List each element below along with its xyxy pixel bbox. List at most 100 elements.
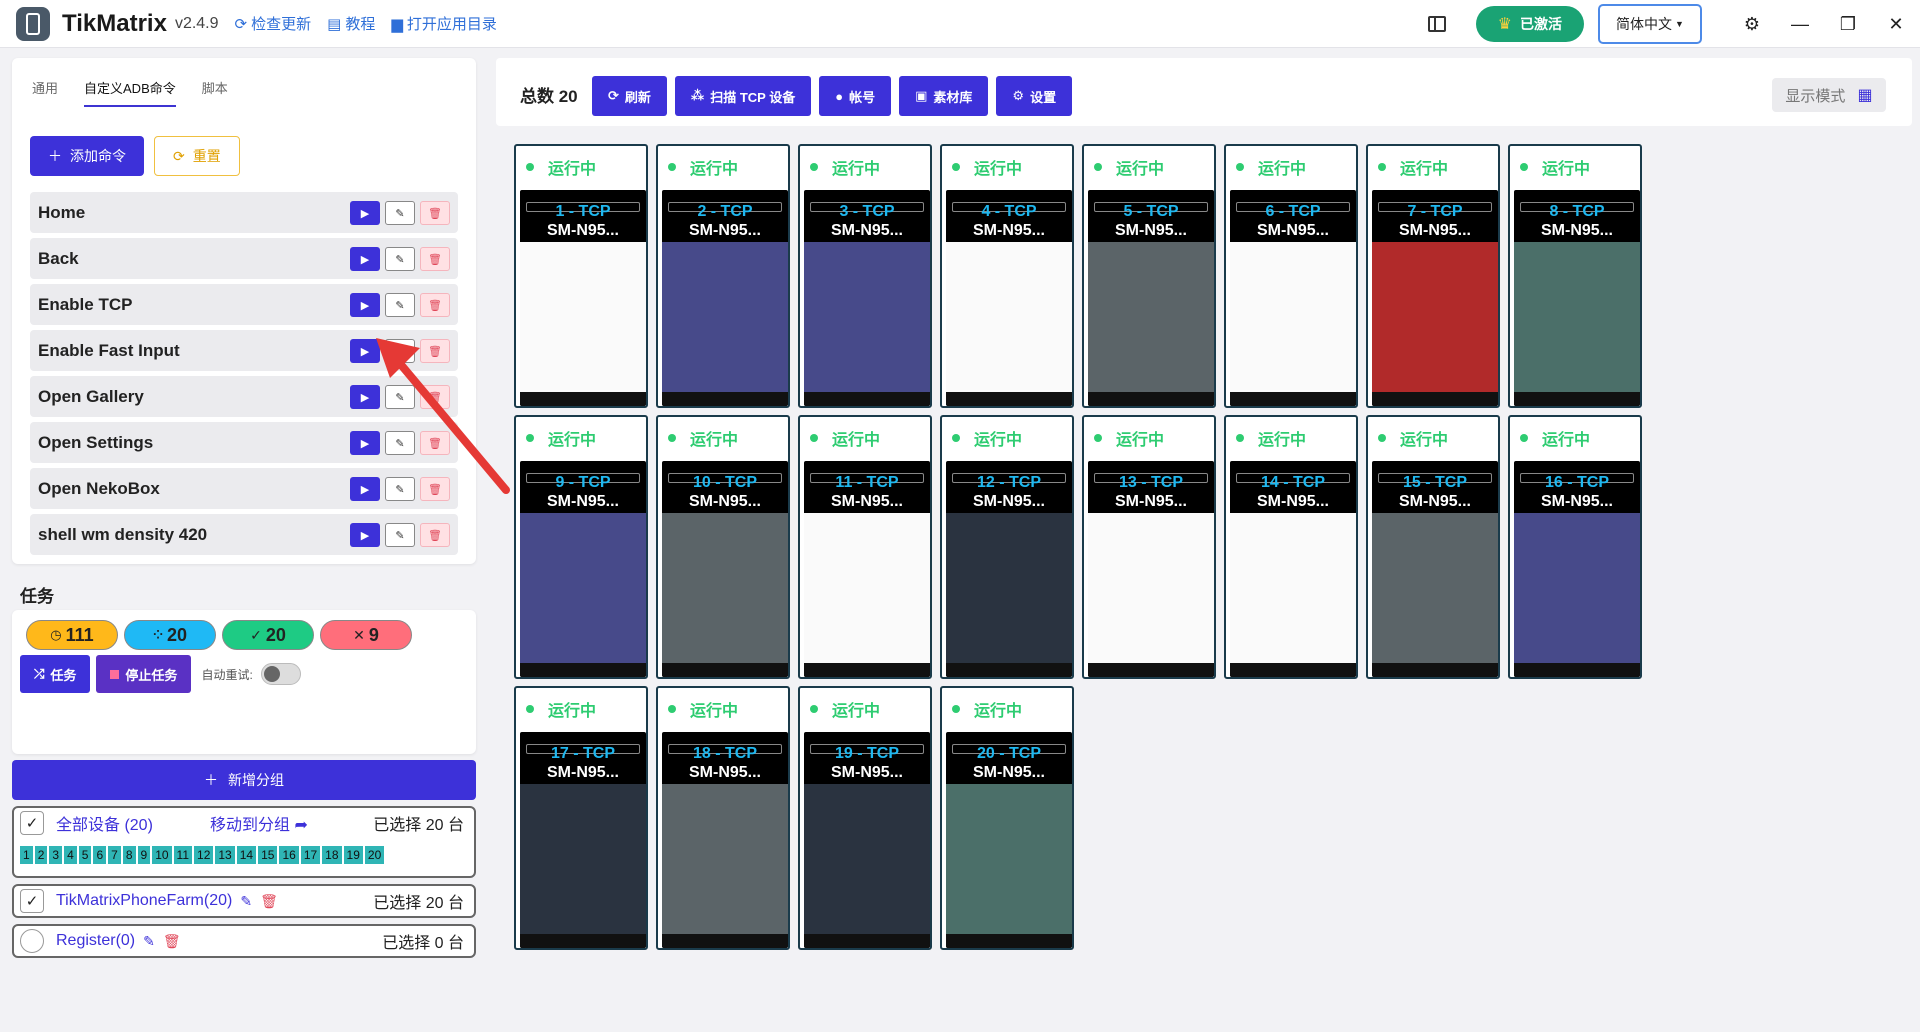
group-name[interactable]: 全部设备 (20) xyxy=(56,811,153,835)
refresh-button[interactable]: ⟳ 刷新 xyxy=(592,76,667,116)
edit-icon[interactable]: ✎ xyxy=(240,893,252,910)
trash-icon[interactable]: 🗑 xyxy=(420,523,450,547)
edit-icon[interactable]: ✎ xyxy=(385,385,415,409)
edit-icon[interactable]: ✎ xyxy=(385,339,415,363)
device-number-chip[interactable]: 1 xyxy=(20,846,33,864)
device-number-chip[interactable]: 7 xyxy=(108,846,121,864)
trash-icon[interactable]: 🗑 xyxy=(420,293,450,317)
trash-icon[interactable]: 🗑 xyxy=(420,477,450,501)
edit-icon[interactable]: ✎ xyxy=(143,933,155,950)
device-card[interactable]: 运行中 15 - TCP SM-N95... xyxy=(1366,415,1500,679)
stop-task-button[interactable]: 停止任务 xyxy=(96,655,192,693)
device-number-chip[interactable]: 11 xyxy=(173,846,193,864)
device-card[interactable]: 运行中 1 - TCP SM-N95... xyxy=(514,144,648,408)
device-number-chip[interactable]: 9 xyxy=(137,846,151,864)
device-screen[interactable]: 19 - TCP SM-N95... xyxy=(804,732,930,948)
edit-icon[interactable]: ✎ xyxy=(385,293,415,317)
device-number-chip[interactable]: 10 xyxy=(152,846,172,864)
group-name[interactable]: TikMatrixPhoneFarm(20) xyxy=(56,892,232,910)
device-card[interactable]: 运行中 14 - TCP SM-N95... xyxy=(1224,415,1358,679)
device-number-chip[interactable]: 5 xyxy=(78,846,92,864)
open-app-folder-link[interactable]: ▆ 打开应用目录 xyxy=(391,13,497,34)
device-card[interactable]: 运行中 4 - TCP SM-N95... xyxy=(940,144,1074,408)
device-number-chip[interactable]: 17 xyxy=(300,846,321,864)
device-card[interactable]: 运行中 19 - TCP SM-N95... xyxy=(798,686,932,950)
tab-custom-adb[interactable]: 自定义ADB命令 xyxy=(84,78,176,107)
device-card[interactable]: 运行中 6 - TCP SM-N95... xyxy=(1224,144,1358,408)
play-icon[interactable]: ▶ xyxy=(350,201,380,225)
trash-icon[interactable]: 🗑 xyxy=(420,431,450,455)
device-card[interactable]: 运行中 8 - TCP SM-N95... xyxy=(1508,144,1642,408)
check-update-link[interactable]: ⟳ 检查更新 xyxy=(235,13,312,34)
tab-scripts[interactable]: 脚本 xyxy=(202,78,228,107)
trash-icon[interactable]: 🗑 xyxy=(420,201,450,225)
failed-count-badge[interactable]: ✕ 9 xyxy=(320,620,412,650)
device-number-chip[interactable]: 3 xyxy=(49,846,63,864)
add-command-button[interactable]: ＋添加命令 xyxy=(30,136,144,176)
device-card[interactable]: 运行中 2 - TCP SM-N95... xyxy=(656,144,790,408)
device-screen[interactable]: 9 - TCP SM-N95... xyxy=(520,461,646,677)
device-number-chip[interactable]: 14 xyxy=(236,846,257,864)
restore-button[interactable]: ❐ xyxy=(1824,0,1872,48)
play-icon[interactable]: ▶ xyxy=(350,431,380,455)
device-screen[interactable]: 5 - TCP SM-N95... xyxy=(1088,190,1214,406)
material-library-button[interactable]: ▣ 素材库 xyxy=(899,76,989,116)
device-number-chip[interactable]: 4 xyxy=(64,846,77,864)
edit-icon[interactable]: ✎ xyxy=(385,523,415,547)
pending-count-badge[interactable]: ◷ 111 xyxy=(26,620,118,650)
device-card[interactable]: 运行中 11 - TCP SM-N95... xyxy=(798,415,932,679)
edit-icon[interactable]: ✎ xyxy=(385,431,415,455)
device-screen[interactable]: 10 - TCP SM-N95... xyxy=(662,461,788,677)
device-screen[interactable]: 11 - TCP SM-N95... xyxy=(804,461,930,677)
device-number-chip[interactable]: 15 xyxy=(258,846,278,864)
device-screen[interactable]: 6 - TCP SM-N95... xyxy=(1230,190,1356,406)
device-number-chip[interactable]: 12 xyxy=(194,846,214,864)
device-card[interactable]: 运行中 10 - TCP SM-N95... xyxy=(656,415,790,679)
device-screen[interactable]: 4 - TCP SM-N95... xyxy=(946,190,1072,406)
play-icon[interactable]: ▶ xyxy=(350,477,380,501)
play-icon[interactable]: ▶ xyxy=(350,247,380,271)
group-name[interactable]: Register(0) xyxy=(56,932,135,950)
device-card[interactable]: 运行中 7 - TCP SM-N95... xyxy=(1366,144,1500,408)
edit-icon[interactable]: ✎ xyxy=(385,477,415,501)
device-screen[interactable]: 1 - TCP SM-N95... xyxy=(520,190,646,406)
device-number-chip[interactable]: 6 xyxy=(93,846,107,864)
scan-tcp-button[interactable]: ⁂ 扫描 TCP 设备 xyxy=(674,76,812,116)
device-screen[interactable]: 16 - TCP SM-N95... xyxy=(1514,461,1640,677)
device-card[interactable]: 运行中 3 - TCP SM-N95... xyxy=(798,144,932,408)
device-screen[interactable]: 13 - TCP SM-N95... xyxy=(1088,461,1214,677)
play-icon[interactable]: ▶ xyxy=(350,523,380,547)
trash-icon[interactable]: 🗑 xyxy=(420,339,450,363)
trash-icon[interactable]: 🗑 xyxy=(420,385,450,409)
device-card[interactable]: 运行中 13 - TCP SM-N95... xyxy=(1082,415,1216,679)
device-card[interactable]: 运行中 17 - TCP SM-N95... xyxy=(514,686,648,950)
minimize-button[interactable]: — xyxy=(1776,0,1824,48)
device-screen[interactable]: 17 - TCP SM-N95... xyxy=(520,732,646,948)
device-number-chip[interactable]: 8 xyxy=(122,846,136,864)
device-screen[interactable]: 12 - TCP SM-N95... xyxy=(946,461,1072,677)
tab-general[interactable]: 通用 xyxy=(32,78,58,107)
play-icon[interactable]: ▶ xyxy=(350,293,380,317)
device-screen[interactable]: 3 - TCP SM-N95... xyxy=(804,190,930,406)
edit-icon[interactable]: ✎ xyxy=(385,201,415,225)
group-checkbox[interactable]: ✓ xyxy=(20,811,44,835)
group-checkbox[interactable]: ✓ xyxy=(20,889,44,913)
sidebar-toggle-icon[interactable] xyxy=(1427,16,1446,32)
trash-icon[interactable]: 🗑 xyxy=(163,933,181,950)
trash-icon[interactable]: 🗑 xyxy=(260,893,278,910)
close-button[interactable]: ✕ xyxy=(1872,0,1920,48)
device-screen[interactable]: 14 - TCP SM-N95... xyxy=(1230,461,1356,677)
auto-retry-toggle[interactable] xyxy=(260,663,301,685)
display-mode-button[interactable]: 显示模式 ▦ xyxy=(1772,78,1886,112)
device-number-chip[interactable]: 19 xyxy=(343,846,363,864)
device-card[interactable]: 运行中 5 - TCP SM-N95... xyxy=(1082,144,1216,408)
gear-icon[interactable]: ⚙ xyxy=(1728,0,1776,48)
move-to-group-link[interactable]: 移动到分组 ➦ xyxy=(210,811,308,835)
language-select[interactable]: 简体中文 ▼ xyxy=(1598,4,1702,44)
trash-icon[interactable]: 🗑 xyxy=(420,247,450,271)
running-count-badge[interactable]: ⁘ 20 xyxy=(124,620,216,650)
device-card[interactable]: 运行中 12 - TCP SM-N95... xyxy=(940,415,1074,679)
add-group-button[interactable]: ＋新增分组 xyxy=(12,760,476,800)
reset-button[interactable]: ⟳ 重置 xyxy=(154,136,240,176)
device-screen[interactable]: 7 - TCP SM-N95... xyxy=(1372,190,1498,406)
